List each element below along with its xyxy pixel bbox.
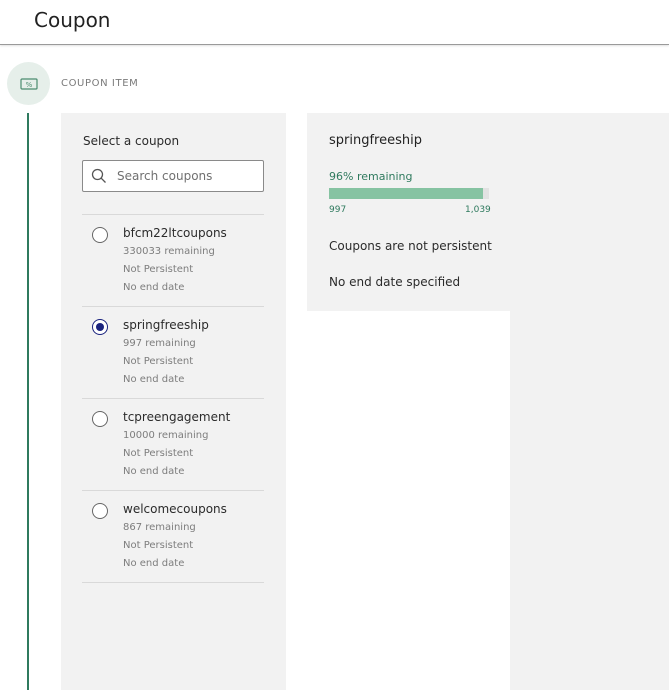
select-coupon-label: Select a coupon: [83, 134, 180, 148]
coupon-option-bfcm22ltcoupons[interactable]: bfcm22ltcoupons 330033 remaining Not Per…: [82, 215, 264, 307]
coupon-name: welcomecoupons: [123, 502, 227, 516]
coupon-persistence: Not Persistent: [123, 448, 194, 459]
coupon-list: bfcm22ltcoupons 330033 remaining Not Per…: [82, 214, 264, 583]
coupon-remaining: 330033 remaining: [123, 246, 215, 257]
coupon-option-springfreeship[interactable]: springfreeship 997 remaining Not Persist…: [82, 307, 264, 399]
detail-title: springfreeship: [329, 133, 422, 148]
radio-button-selected[interactable]: [92, 319, 108, 335]
progress-remaining-count: 997: [329, 205, 347, 215]
progress-fill: [329, 188, 483, 199]
step-timeline-line: [27, 113, 29, 690]
coupon-remaining: 10000 remaining: [123, 430, 209, 441]
search-input[interactable]: [117, 166, 257, 186]
coupon-name: springfreeship: [123, 318, 209, 332]
remaining-percent: 96% remaining: [329, 170, 413, 183]
coupon-persistence: Not Persistent: [123, 540, 194, 551]
detail-panel-background: [510, 113, 669, 690]
coupon-persistence: Not Persistent: [123, 356, 194, 367]
radio-button[interactable]: [92, 503, 108, 519]
coupon-remaining: 867 remaining: [123, 522, 196, 533]
radio-button[interactable]: [92, 227, 108, 243]
step-indicator: %: [7, 62, 50, 105]
svg-text:%: %: [25, 81, 32, 89]
coupon-remaining: 997 remaining: [123, 338, 196, 349]
end-date-info: No end date specified: [329, 275, 461, 289]
persistence-info: Coupons are not persistent: [329, 239, 492, 253]
coupon-persistence: Not Persistent: [123, 264, 194, 275]
coupon-name: tcpreengagement: [123, 410, 231, 424]
coupon-end-date: No end date: [123, 466, 185, 477]
coupon-option-tcpreengagement[interactable]: tcpreengagement 10000 remaining Not Pers…: [82, 399, 264, 491]
coupon-name: bfcm22ltcoupons: [123, 226, 227, 240]
coupon-option-welcomecoupons[interactable]: welcomecoupons 867 remaining Not Persist…: [82, 491, 264, 583]
step-label: COUPON ITEM: [61, 78, 139, 89]
progress-total-count: 1,039: [465, 205, 491, 215]
coupon-selector-panel: Select a coupon bfcm22ltcoupons 330033 r…: [61, 113, 286, 690]
coupon-end-date: No end date: [123, 558, 185, 569]
page-title: Coupon: [34, 8, 111, 32]
coupon-end-date: No end date: [123, 374, 185, 385]
remaining-progress-bar: [329, 188, 489, 199]
coupon-detail-card: springfreeship 96% remaining 997 1,039 C…: [307, 113, 510, 311]
search-icon: [91, 168, 106, 183]
coupon-end-date: No end date: [123, 282, 185, 293]
page-header: Coupon: [0, 0, 669, 45]
search-box[interactable]: [82, 160, 264, 192]
radio-button[interactable]: [92, 411, 108, 427]
coupon-ticket-icon: %: [19, 77, 38, 90]
